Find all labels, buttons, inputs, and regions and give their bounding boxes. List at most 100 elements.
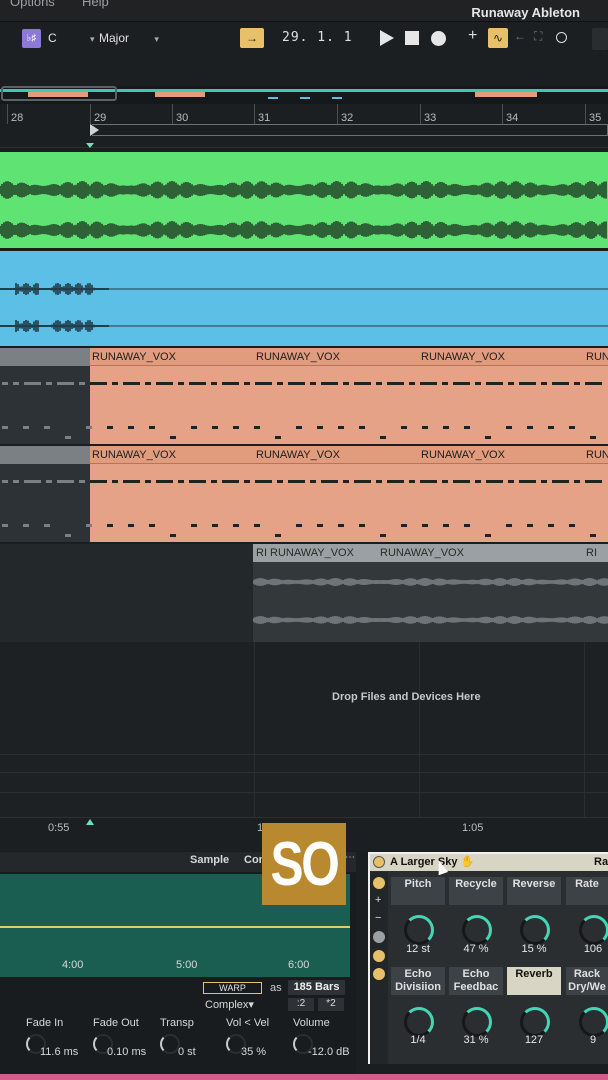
scale-mode-button[interactable]: ♭♯ bbox=[22, 29, 41, 48]
record-button[interactable] bbox=[431, 31, 446, 46]
midi-note bbox=[44, 426, 50, 429]
macro-knob[interactable] bbox=[520, 915, 550, 945]
track-vox-audio[interactable]: RI RUNAWAY_VOX RUNAWAY_VOX RI bbox=[0, 544, 608, 642]
vox-clip[interactable]: RUNAWAY_VOX bbox=[419, 348, 584, 444]
macro-knob[interactable] bbox=[462, 915, 492, 945]
vox-clip[interactable]: RUNAWAY_VOX bbox=[254, 446, 419, 542]
macro-knob[interactable] bbox=[404, 1007, 434, 1037]
capture-icon[interactable]: ⛶ bbox=[534, 29, 542, 44]
macro-label[interactable]: Echo Feedbac bbox=[449, 967, 503, 995]
midi-note bbox=[266, 382, 272, 385]
macro-label[interactable]: Recycle bbox=[449, 877, 503, 905]
param-value[interactable]: 0.10 ms bbox=[107, 1046, 146, 1058]
clip-name-prefix: RI bbox=[586, 547, 597, 559]
midi-note bbox=[200, 480, 206, 483]
list-icon[interactable] bbox=[373, 968, 385, 980]
midi-note bbox=[508, 480, 514, 483]
vox-clip[interactable]: RUNAWAY_VOX bbox=[419, 446, 584, 542]
more-icon[interactable]: ⋯ bbox=[345, 852, 356, 872]
loop-start-marker[interactable] bbox=[90, 124, 99, 136]
menu-help[interactable]: Help bbox=[82, 0, 109, 9]
half-tempo-button[interactable]: :2 bbox=[288, 998, 314, 1011]
midi-note bbox=[112, 382, 118, 385]
macro-knob[interactable] bbox=[579, 915, 608, 945]
midi-note bbox=[101, 480, 107, 483]
song-position[interactable]: 29. 1. 1 bbox=[282, 30, 353, 45]
vox-clip[interactable]: RUNAWAY_VOX bbox=[584, 348, 608, 444]
drop-zone[interactable] bbox=[0, 642, 608, 817]
midi-note bbox=[191, 426, 197, 429]
vox-clip[interactable]: RUNAWAY_VOX bbox=[90, 348, 254, 444]
midi-note bbox=[422, 524, 428, 527]
midi-note bbox=[68, 382, 74, 385]
midi-note bbox=[541, 480, 547, 483]
toolbar-edge bbox=[592, 28, 608, 50]
play-button[interactable] bbox=[380, 30, 394, 46]
vox-audio-clip[interactable]: RI RUNAWAY_VOX RUNAWAY_VOX RI bbox=[253, 544, 608, 642]
macro-knob[interactable] bbox=[579, 1007, 608, 1037]
midi-note bbox=[211, 480, 217, 483]
midi-note bbox=[112, 480, 118, 483]
back-to-arrangement-icon[interactable]: ← bbox=[514, 29, 526, 43]
midi-note bbox=[68, 480, 74, 483]
midi-note bbox=[442, 480, 448, 483]
midi-note bbox=[464, 426, 470, 429]
macro-toggle-icon[interactable] bbox=[373, 877, 385, 889]
midi-note bbox=[65, 534, 71, 537]
bar-label: 30 bbox=[176, 112, 189, 124]
follow-button[interactable]: → bbox=[240, 28, 264, 48]
playhead-marker[interactable] bbox=[86, 143, 94, 148]
macro-label[interactable]: Echo Divisiion bbox=[391, 967, 445, 995]
device-on-toggle[interactable] bbox=[373, 856, 385, 868]
param-value[interactable]: 11.6 ms bbox=[40, 1046, 78, 1058]
param-value[interactable]: 35 % bbox=[241, 1046, 266, 1058]
add-macro-icon[interactable]: + bbox=[375, 894, 381, 906]
midi-note bbox=[145, 480, 151, 483]
macro-value: 47 % bbox=[463, 943, 489, 955]
session-record-icon[interactable] bbox=[556, 32, 567, 43]
transpose-knob[interactable] bbox=[160, 1034, 180, 1054]
vox-clip[interactable]: RUNAWAY_VOX bbox=[90, 446, 254, 542]
remove-macro-icon[interactable]: − bbox=[375, 912, 381, 924]
track-vox-1[interactable]: RUNAWAY_VOX RUNAWAY_VOX RUNAWAY_VOX RUNA… bbox=[0, 348, 608, 444]
macro-label[interactable]: Reverse bbox=[507, 877, 561, 905]
midi-note bbox=[35, 382, 41, 385]
track-green-audio[interactable] bbox=[0, 152, 608, 248]
vox-clip[interactable]: RUNAWAY_VOX bbox=[254, 348, 419, 444]
automation-arm-button[interactable]: ∿ bbox=[488, 28, 508, 48]
param-value[interactable]: 0 st bbox=[178, 1046, 196, 1058]
midi-note bbox=[277, 382, 283, 385]
menu-options[interactable]: Options bbox=[10, 0, 55, 9]
warp-mode-select[interactable]: Complex▾ bbox=[205, 998, 254, 1011]
stop-button[interactable] bbox=[405, 31, 419, 45]
midi-note bbox=[401, 524, 407, 527]
tab-sample[interactable]: Sample bbox=[190, 854, 229, 870]
key-select[interactable]: C ▾ bbox=[48, 31, 95, 45]
double-tempo-button[interactable]: *2 bbox=[318, 998, 344, 1011]
segment-bars-field[interactable]: 185 Bars bbox=[288, 980, 345, 995]
waveform-blue bbox=[0, 283, 608, 332]
overview-viewport[interactable] bbox=[1, 86, 117, 101]
warp-toggle[interactable]: WARP bbox=[203, 982, 262, 994]
macro-label[interactable]: Rate bbox=[566, 877, 608, 905]
scale-select[interactable]: Major ▾ bbox=[99, 31, 159, 45]
loop-brace[interactable] bbox=[92, 124, 608, 136]
macro-knob[interactable] bbox=[520, 1007, 550, 1037]
chain-toggle-icon[interactable] bbox=[373, 950, 385, 962]
param-value[interactable]: -12.0 dB bbox=[308, 1046, 350, 1058]
track-vox-2[interactable]: RUNAWAY_VOX RUNAWAY_VOX RUNAWAY_VOX RUNA… bbox=[0, 446, 608, 542]
macro-label[interactable]: Rack Dry/We bbox=[566, 967, 608, 995]
midi-note bbox=[86, 524, 92, 527]
overdub-icon[interactable]: + bbox=[468, 27, 477, 45]
macro-knob[interactable] bbox=[462, 1007, 492, 1037]
midi-note bbox=[530, 480, 536, 483]
midi-note bbox=[442, 382, 448, 385]
midi-note bbox=[497, 480, 503, 483]
macro-knob[interactable] bbox=[404, 915, 434, 945]
macro-label[interactable]: Pitch bbox=[391, 877, 445, 905]
macro-label[interactable]: Reverb bbox=[507, 967, 561, 995]
track-blue-audio[interactable] bbox=[0, 251, 608, 346]
midi-note bbox=[574, 480, 580, 483]
vox-clip[interactable]: RUNAWAY_VOX bbox=[584, 446, 608, 542]
camera-icon[interactable] bbox=[373, 931, 385, 943]
